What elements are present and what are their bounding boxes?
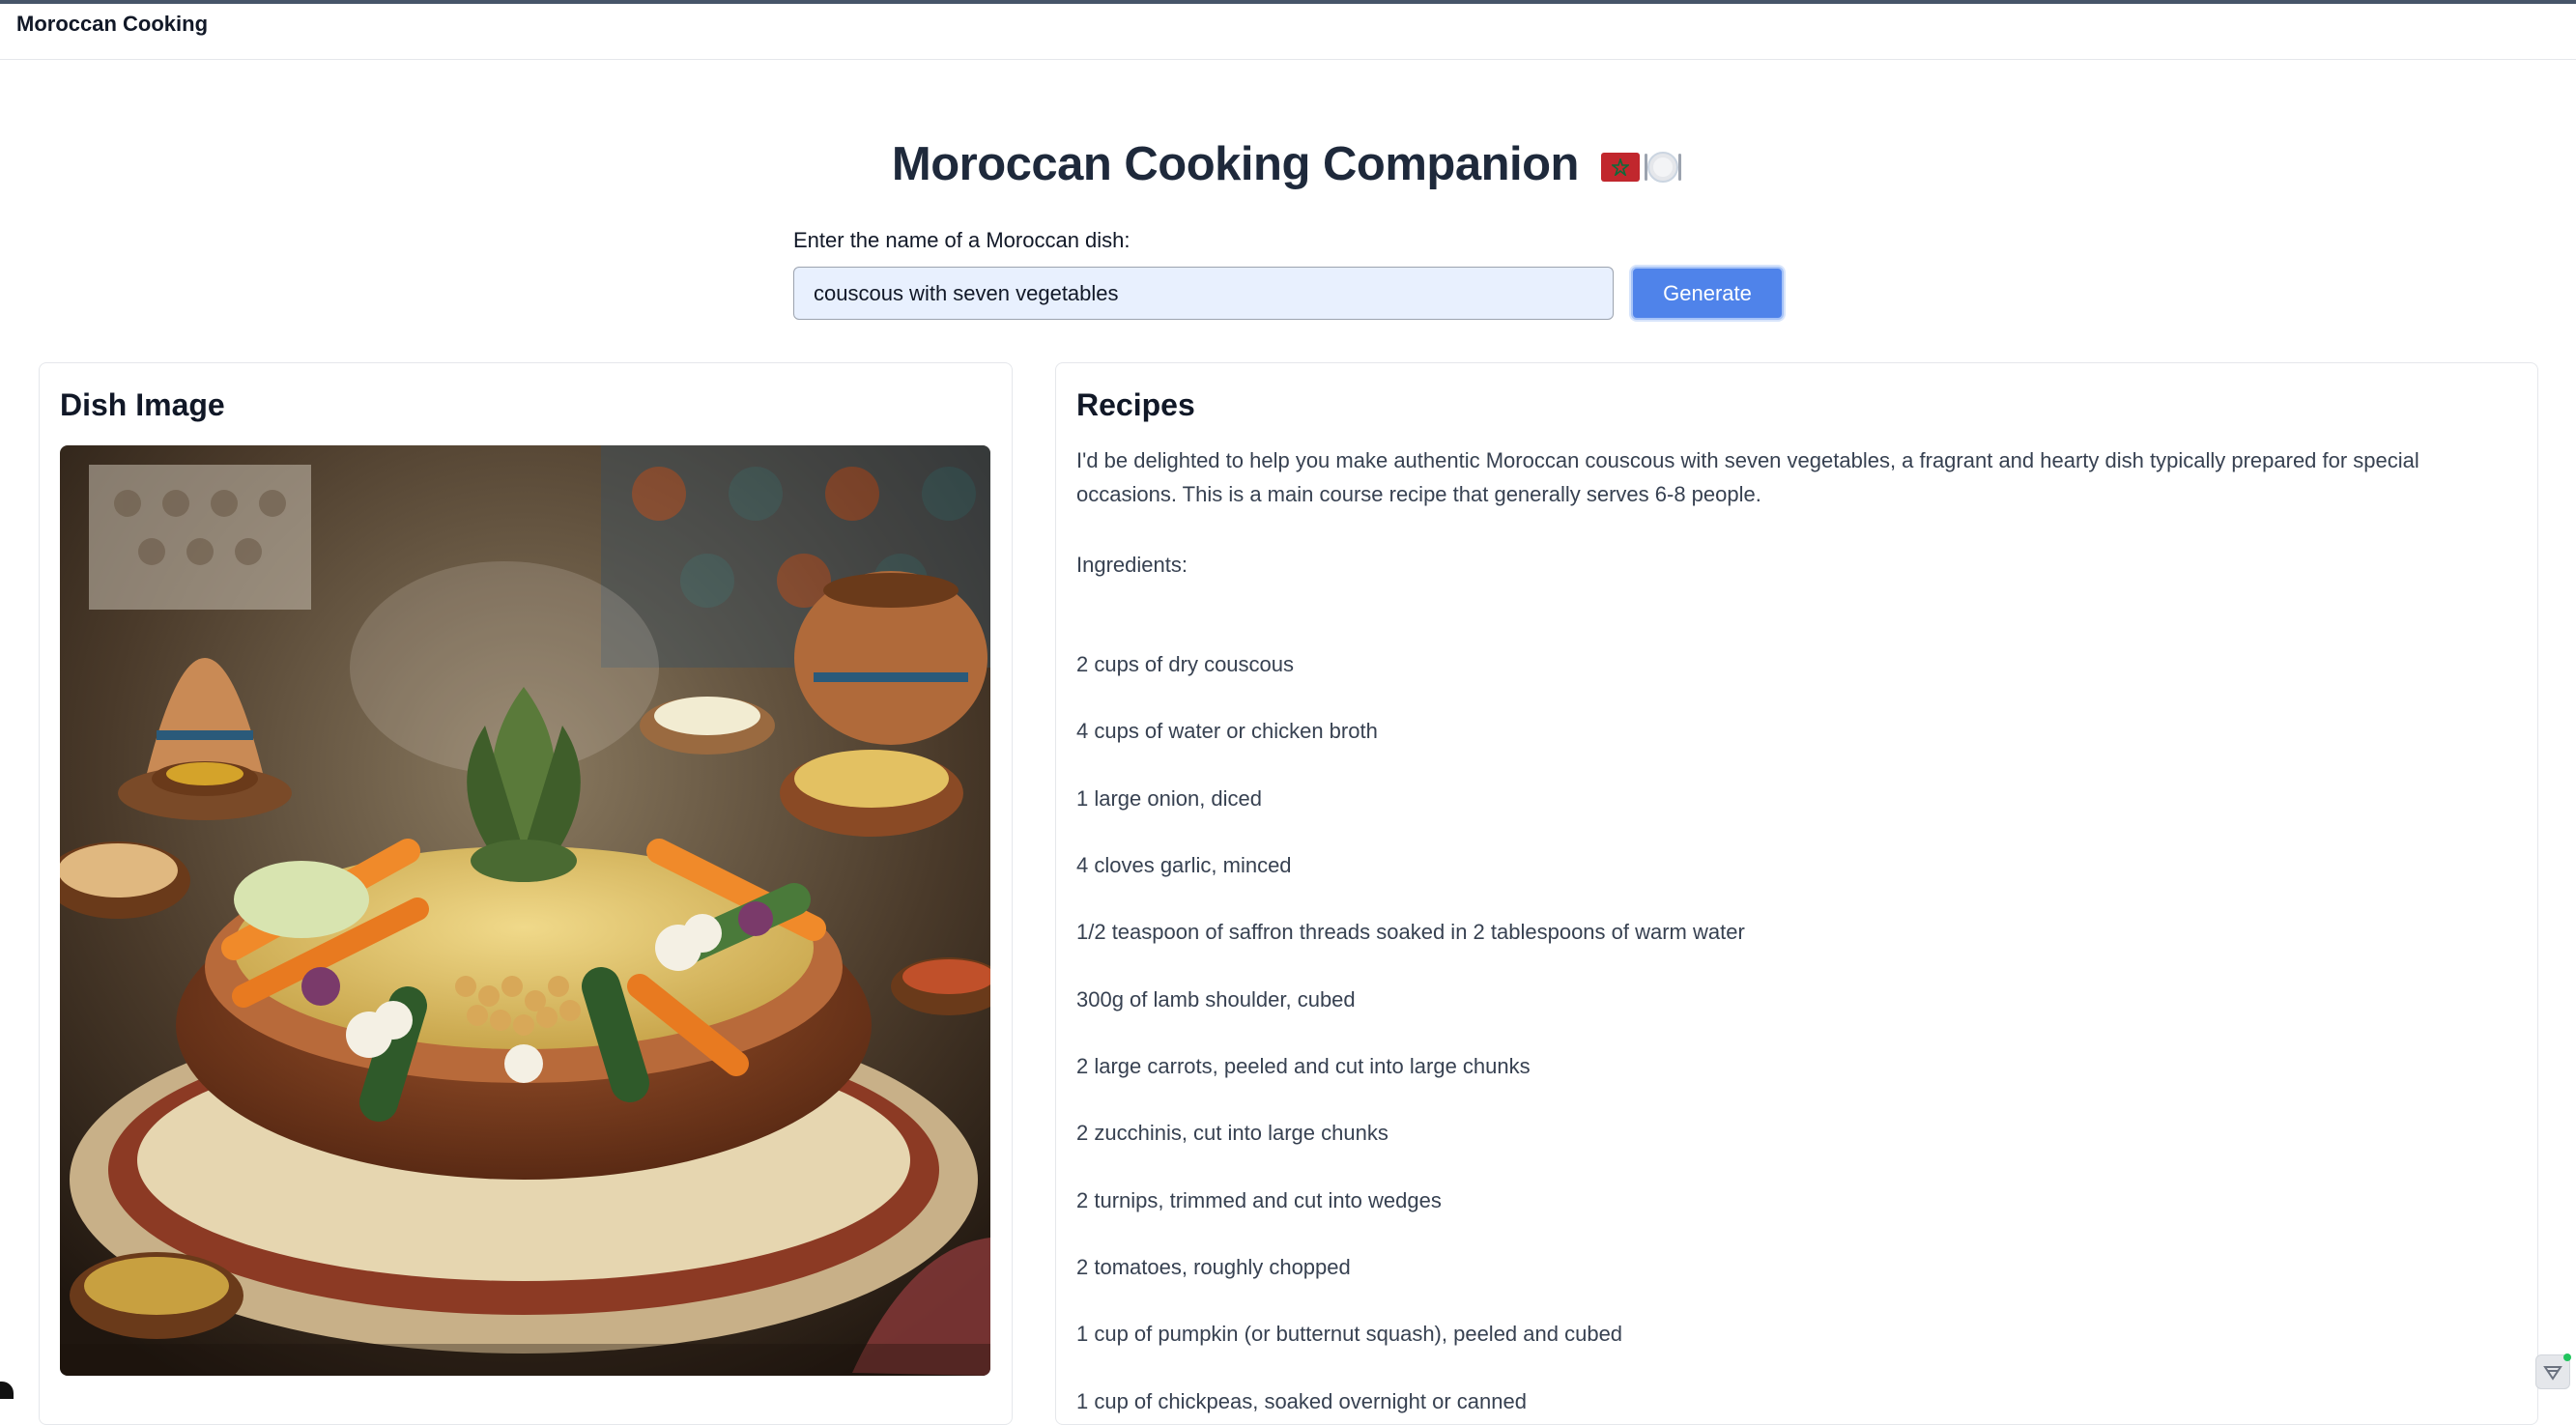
ingredient-item: 1 cup of chickpeas, soaked overnight or …	[1076, 1389, 1527, 1413]
page-title: Moroccan Cooking Companion	[891, 138, 1580, 190]
dish-image	[60, 445, 990, 1376]
dish-image-panel: Dish Image	[39, 362, 1013, 1425]
ingredient-item: 2 cups of dry couscous	[1076, 652, 1295, 676]
ingredient-item: 2 large carrots, peeled and cut into lar…	[1076, 1054, 1531, 1078]
dish-image-title: Dish Image	[60, 387, 225, 422]
app-title: Moroccan Cooking	[16, 12, 209, 36]
plate-cutlery-icon	[1642, 146, 1684, 188]
ingredient-item: 4 cloves garlic, minced	[1076, 853, 1292, 877]
generate-button[interactable]: Generate	[1631, 267, 1784, 320]
ingredient-item: 1 cup of pumpkin (or butternut squash), …	[1076, 1322, 1623, 1346]
ingredient-item: 300g of lamb shoulder, cubed	[1076, 987, 1356, 1012]
dish-name-input[interactable]	[793, 267, 1614, 320]
ingredient-item: 4 cups of water or chicken broth	[1076, 719, 1378, 743]
recipes-panel: Recipes I'd be delighted to help you mak…	[1055, 362, 2538, 1425]
morocco-flag-icon	[1601, 153, 1641, 183]
recipes-title: Recipes	[1076, 387, 1195, 422]
status-dot	[2563, 1354, 2571, 1361]
ingredients-heading: Ingredients:	[1076, 553, 1188, 577]
ingredient-item: 2 turnips, trimmed and cut into wedges	[1076, 1188, 1442, 1212]
recipe-intro-text: I'd be delighted to help you make authen…	[1076, 448, 2419, 506]
window-corner	[0, 1382, 14, 1399]
top-bar: Moroccan Cooking	[0, 4, 2576, 60]
ingredient-item: 1/2 teaspoon of saffron threads soaked i…	[1076, 920, 1745, 944]
ingredient-item: 2 zucchinis, cut into large chunks	[1076, 1121, 1388, 1145]
recipe-intro: I'd be delighted to help you make authen…	[1076, 444, 2497, 511]
ingredient-item: 1 large onion, diced	[1076, 786, 1263, 811]
ingredient-item: 2 tomatoes, roughly chopped	[1076, 1255, 1351, 1279]
page-heading: Moroccan Cooking Companion	[0, 137, 2576, 191]
assistant-widget-icon[interactable]	[2535, 1354, 2571, 1389]
dish-input-label: Enter the name of a Moroccan dish:	[793, 228, 1131, 252]
